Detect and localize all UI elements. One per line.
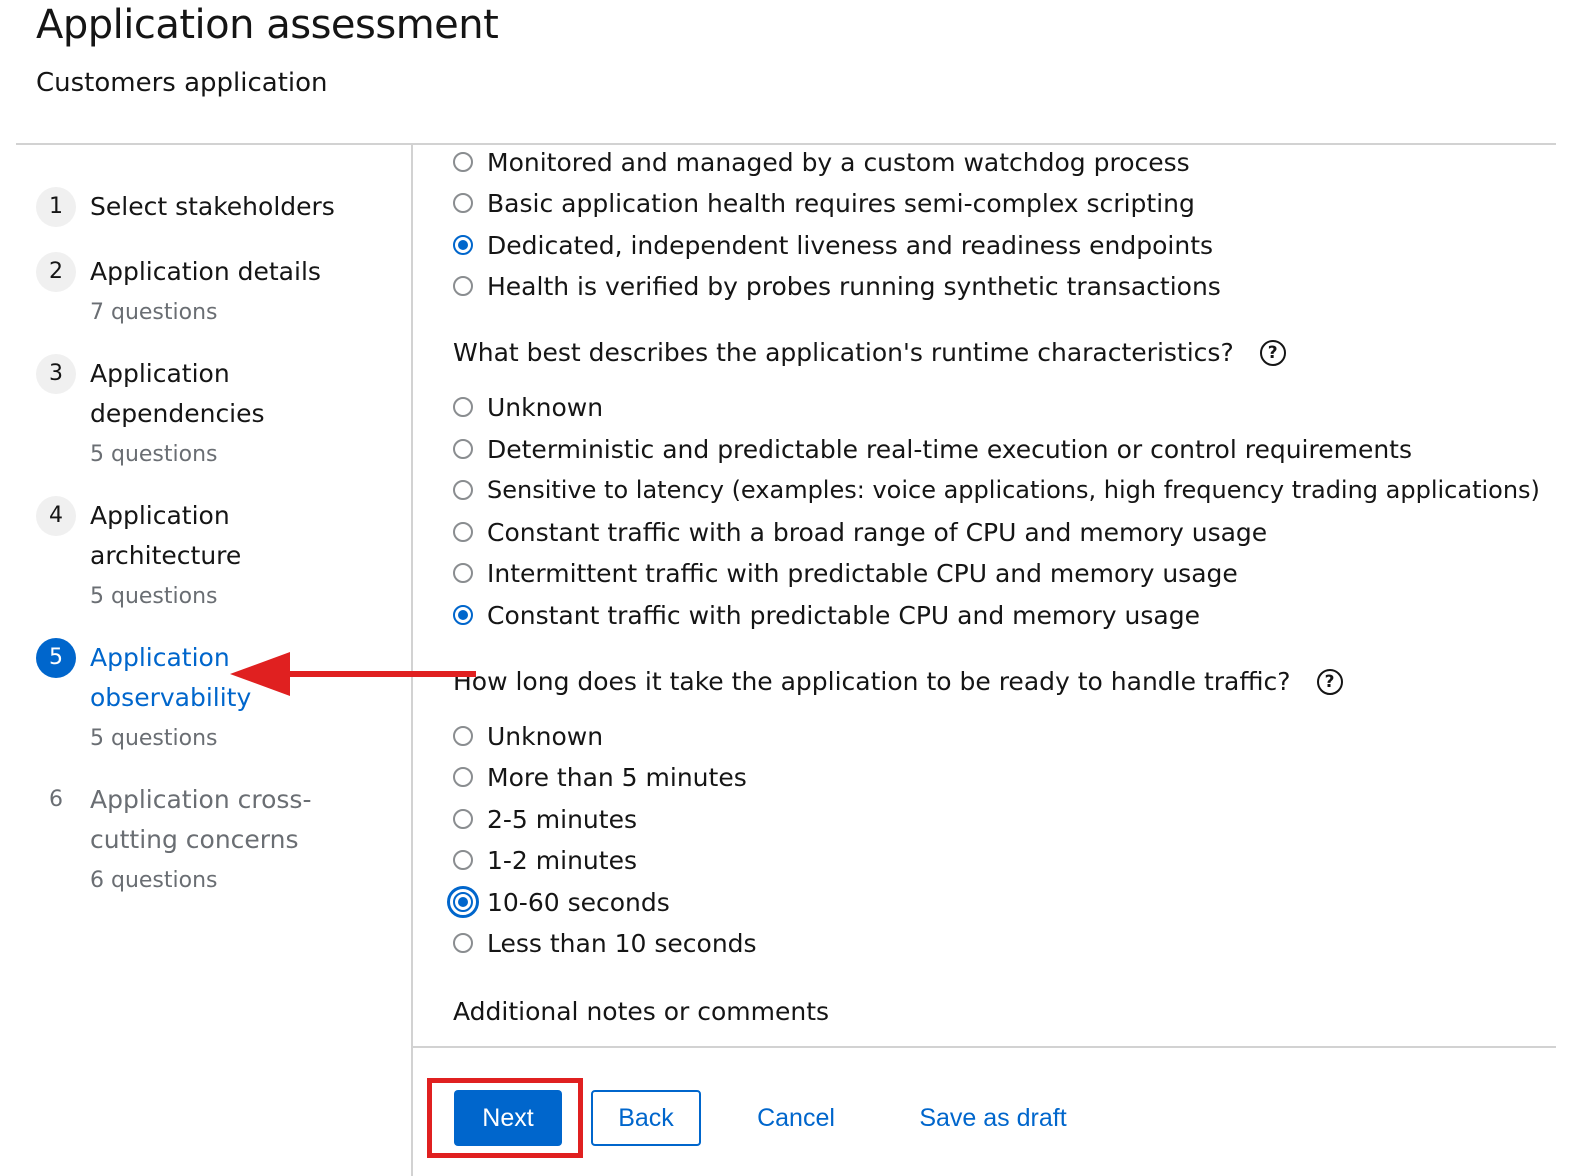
radio-option[interactable]: Sensitive to latency (examples: voice ap… — [453, 471, 1540, 509]
step-number: 3 — [36, 354, 76, 394]
radio-option[interactable]: Unknown — [453, 717, 603, 755]
cancel-button[interactable]: Cancel — [743, 1090, 849, 1146]
step-number: 5 — [36, 638, 76, 678]
page-title: Application assessment — [36, 2, 499, 48]
radio-button[interactable] — [453, 850, 473, 870]
radio-option[interactable]: Constant traffic with predictable CPU an… — [453, 596, 1200, 634]
radio-option[interactable]: Monitored and managed by a custom watchd… — [453, 145, 1190, 181]
radio-button[interactable] — [453, 439, 473, 459]
question-runtime: What best describes the application's ru… — [453, 338, 1286, 367]
radio-button-checked[interactable] — [447, 886, 479, 918]
radio-label: Unknown — [487, 721, 604, 751]
radio-label: 1-2 minutes — [487, 845, 637, 875]
radio-button-checked[interactable] — [453, 235, 473, 255]
radio-option[interactable]: Basic application health requires semi-c… — [453, 184, 1195, 222]
radio-label: More than 5 minutes — [487, 762, 747, 792]
radio-button[interactable] — [453, 522, 473, 542]
help-icon[interactable]: ? — [1316, 668, 1343, 695]
radio-button[interactable] — [453, 193, 473, 213]
step-label: Application cross-cutting concerns — [90, 785, 312, 854]
radio-label: Sensitive to latency (examples: voice ap… — [487, 476, 1540, 504]
question-ready-time: How long does it take the application to… — [453, 667, 1343, 696]
question-text: How long does it take the application to… — [453, 667, 1291, 696]
radio-label: Dedicated, independent liveness and read… — [487, 230, 1214, 260]
radio-option[interactable]: Unknown — [453, 388, 603, 426]
radio-option[interactable]: 1-2 minutes — [453, 841, 637, 879]
radio-option[interactable]: Dedicated, independent liveness and read… — [453, 226, 1213, 264]
step-question-count: 5 questions — [90, 442, 218, 467]
step-number: 6 — [49, 787, 63, 812]
radio-label: Constant traffic with predictable CPU an… — [487, 600, 1200, 630]
radio-label: Deterministic and predictable real-time … — [487, 434, 1412, 464]
step-number: 2 — [36, 252, 76, 292]
radio-option[interactable]: Intermittent traffic with predictable CP… — [453, 554, 1238, 592]
help-icon[interactable]: ? — [1259, 339, 1286, 366]
step-label: Application dependencies — [90, 359, 265, 428]
radio-option[interactable]: 2-5 minutes — [453, 800, 637, 838]
radio-label: Monitored and managed by a custom watchd… — [487, 147, 1190, 177]
radio-option[interactable]: Constant traffic with a broad range of C… — [453, 513, 1267, 551]
step-number: 4 — [36, 496, 76, 536]
radio-button[interactable] — [453, 276, 473, 296]
radio-label: Constant traffic with a broad range of C… — [487, 517, 1268, 547]
radio-button[interactable] — [453, 152, 473, 172]
back-button[interactable]: Back — [591, 1090, 701, 1146]
step-question-count: 5 questions — [90, 726, 218, 751]
step-label: Application observability — [90, 643, 252, 712]
left-gutter — [0, 0, 16, 1176]
radio-button[interactable] — [453, 397, 473, 417]
save-as-draft-button[interactable]: Save as draft — [903, 1090, 1083, 1146]
next-button[interactable]: Next — [454, 1090, 562, 1146]
step-label: Application architecture — [90, 501, 242, 570]
question-text: What best describes the application's ru… — [453, 338, 1234, 367]
radio-button[interactable] — [453, 767, 473, 787]
radio-label: 10-60 seconds — [487, 887, 670, 917]
wizard-nav: 1 Select stakeholders 2 Application deta… — [16, 145, 412, 1176]
radio-button[interactable] — [453, 480, 473, 500]
radio-button[interactable] — [453, 809, 473, 829]
assessment-form: Monitored and managed by a custom watchd… — [413, 145, 1582, 1045]
radio-label: Unknown — [487, 392, 604, 422]
wizard-footer: Next Back Cancel Save as draft — [413, 1048, 1582, 1176]
step-question-count: 7 questions — [90, 300, 218, 325]
radio-label: Less than 10 seconds — [487, 928, 757, 958]
radio-option[interactable]: Deterministic and predictable real-time … — [453, 430, 1412, 468]
radio-option[interactable]: Health is verified by probes running syn… — [453, 267, 1221, 305]
notes-label: Additional notes or comments — [453, 997, 830, 1026]
step-question-count: 6 questions — [90, 868, 218, 893]
step-label: Select stakeholders — [90, 192, 335, 221]
radio-label: Intermittent traffic with predictable CP… — [487, 558, 1238, 588]
radio-button[interactable] — [453, 563, 473, 583]
radio-label: Basic application health requires semi-c… — [487, 188, 1195, 218]
page-subtitle: Customers application — [36, 68, 328, 98]
radio-option[interactable]: 10-60 seconds — [447, 883, 670, 921]
step-question-count: 5 questions — [90, 584, 218, 609]
radio-button[interactable] — [453, 933, 473, 953]
radio-label: 2-5 minutes — [487, 804, 637, 834]
step-number: 1 — [36, 187, 76, 227]
radio-option[interactable]: Less than 10 seconds — [453, 924, 757, 962]
radio-option[interactable]: More than 5 minutes — [453, 758, 747, 796]
radio-label: Health is verified by probes running syn… — [487, 271, 1221, 301]
radio-button-checked[interactable] — [453, 605, 473, 625]
radio-button[interactable] — [453, 726, 473, 746]
step-label: Application details — [90, 257, 321, 286]
